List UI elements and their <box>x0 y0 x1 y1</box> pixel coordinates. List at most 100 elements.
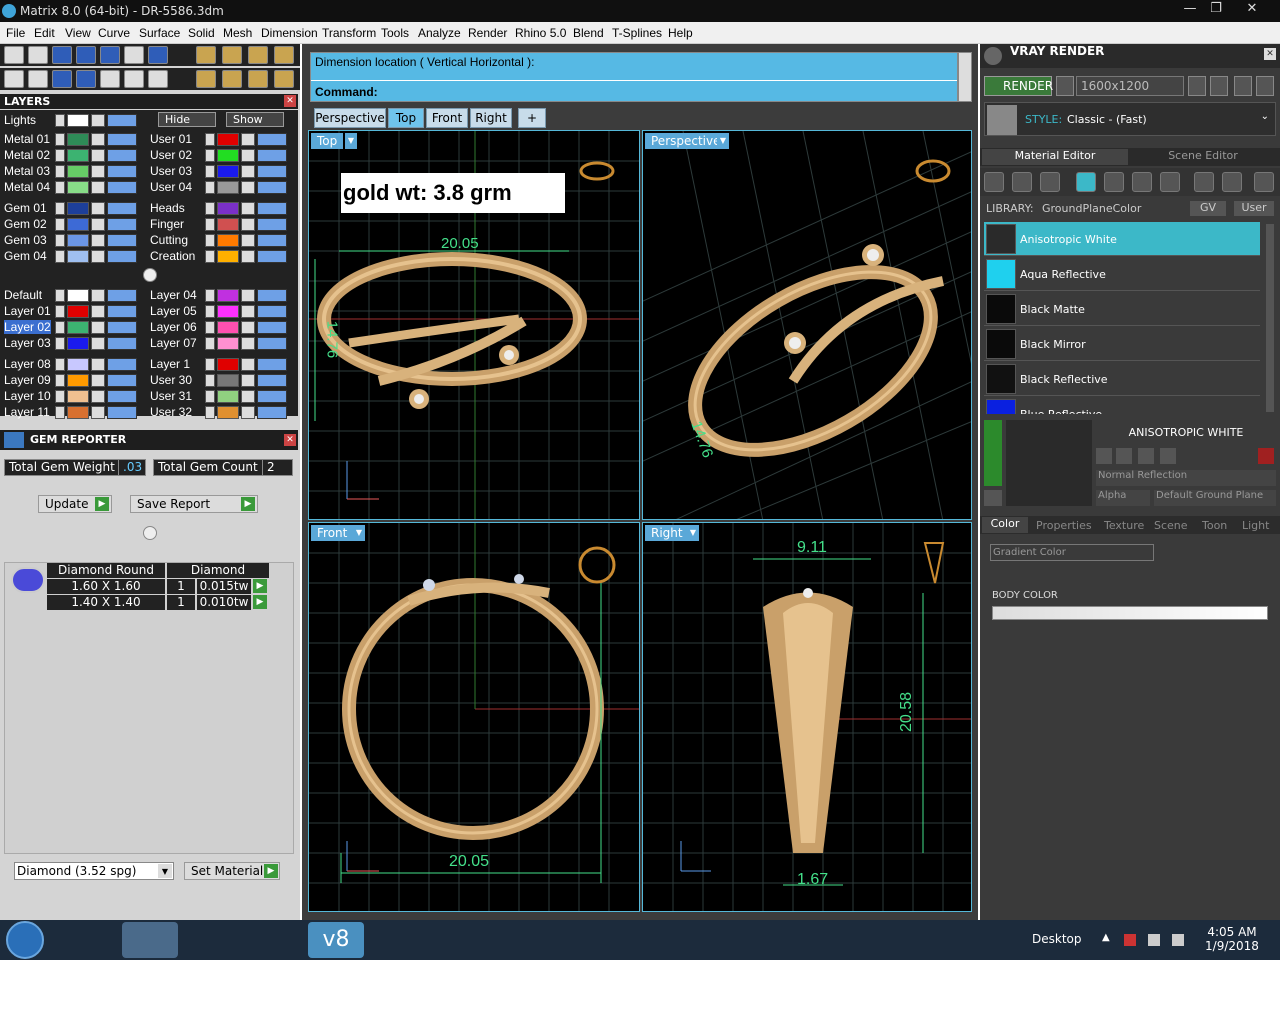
menu-mesh[interactable]: Mesh <box>223 26 252 40</box>
tray-network-icon[interactable] <box>1148 934 1160 946</box>
layer-lock-icon[interactable] <box>91 289 105 302</box>
layer-color-swatch[interactable] <box>217 374 239 387</box>
viewport-persp-dropdown-icon[interactable]: ▼ <box>717 133 729 149</box>
layer-row-metal-01[interactable]: Metal 01 <box>0 132 145 147</box>
material-item[interactable]: Black Mirror <box>984 327 1260 361</box>
rewind-icon[interactable] <box>1188 76 1206 96</box>
menu-edit[interactable]: Edit <box>34 26 55 40</box>
layer-color-swatch[interactable] <box>217 406 239 419</box>
viewport-front-dropdown-icon[interactable]: ▼ <box>353 525 365 541</box>
layer-visible-icon[interactable] <box>107 337 137 350</box>
layer-visible-icon[interactable] <box>257 234 287 247</box>
layer-visible-icon[interactable] <box>107 234 137 247</box>
tool-gear-icon[interactable] <box>4 46 24 64</box>
mat-action-1-icon[interactable] <box>1096 448 1112 464</box>
viewport-perspective[interactable]: Perspective ▼ 14.76 <box>642 130 972 520</box>
layer-color-swatch[interactable] <box>217 321 239 334</box>
gem-close-icon[interactable]: ✕ <box>284 434 296 446</box>
layer-visible-icon[interactable] <box>107 305 137 318</box>
layer-row-heads[interactable]: Heads <box>150 201 295 216</box>
hide-button[interactable]: Hide <box>158 112 216 127</box>
layer-color-swatch[interactable] <box>67 374 89 387</box>
layer-lock-icon[interactable] <box>241 234 255 247</box>
tab-properties[interactable]: Properties <box>1036 519 1092 532</box>
layer-color-swatch[interactable] <box>67 165 89 178</box>
tool-cube-icon[interactable] <box>76 46 96 64</box>
layer-arrow-icon[interactable] <box>55 218 65 231</box>
layer-visible-icon[interactable] <box>107 149 137 162</box>
layer-visible-icon[interactable] <box>107 390 137 403</box>
tool-grid-icon[interactable] <box>4 70 24 88</box>
layer-color-swatch[interactable] <box>67 149 89 162</box>
layer-color-swatch[interactable] <box>217 181 239 194</box>
refresh-icon[interactable] <box>1258 448 1274 464</box>
tab-scene[interactable]: Scene <box>1154 519 1188 532</box>
layer-visible-icon[interactable] <box>257 289 287 302</box>
style-select[interactable]: STYLE: Classic - (Fast) ⌄ <box>984 102 1276 136</box>
grid-icon[interactable] <box>1256 76 1274 96</box>
layer-visible-icon[interactable] <box>107 218 137 231</box>
layer-arrow-icon[interactable] <box>205 358 215 371</box>
alpha-select[interactable]: Alpha <box>1096 490 1150 506</box>
mat-action-3-icon[interactable] <box>1138 448 1154 464</box>
layer-row-metal-03[interactable]: Metal 03 <box>0 164 145 179</box>
resolution-select[interactable]: 1600x1200 <box>1076 76 1184 96</box>
layer-color-swatch[interactable] <box>67 218 89 231</box>
layer-visible-icon[interactable] <box>107 181 137 194</box>
layer-row-user-04[interactable]: User 04 <box>150 180 295 195</box>
tray-volume-icon[interactable] <box>1172 934 1184 946</box>
layer-row-user-02[interactable]: User 02 <box>150 148 295 163</box>
mat-action-2-icon[interactable] <box>1116 448 1132 464</box>
layer-row-gem-04[interactable]: Gem 04 <box>0 249 145 264</box>
command-scrollbar[interactable] <box>958 52 972 102</box>
tab-texture[interactable]: Texture <box>1104 519 1144 532</box>
layer-lock-icon[interactable] <box>241 390 255 403</box>
layer-lock-icon[interactable] <box>91 406 105 419</box>
clock[interactable]: 4:05 AM 1/9/2018 <box>1192 925 1272 953</box>
layer-arrow-icon[interactable] <box>205 133 215 146</box>
layer-lock-icon[interactable] <box>241 305 255 318</box>
menu-help[interactable]: Help <box>668 26 693 40</box>
layer-row-cutting[interactable]: Cutting <box>150 233 295 248</box>
style-dropdown-icon[interactable]: ⌄ <box>1261 111 1269 122</box>
tool-list-icon[interactable] <box>148 70 168 88</box>
layer-row-gem-01[interactable]: Gem 01 <box>0 201 145 216</box>
tool-cylinder-icon[interactable] <box>76 70 96 88</box>
layer-arrow-icon[interactable] <box>55 390 65 403</box>
layer-lock-icon[interactable] <box>91 218 105 231</box>
media-icon[interactable] <box>184 922 240 958</box>
layer-lock-icon[interactable] <box>91 305 105 318</box>
layer-lock-icon[interactable] <box>241 133 255 146</box>
tab-front[interactable]: Front <box>426 108 468 128</box>
tab-toon[interactable]: Toon <box>1202 519 1227 532</box>
layer-visible-icon[interactable] <box>257 133 287 146</box>
tab-perspective[interactable]: Perspective <box>314 108 386 128</box>
layer-visible-icon[interactable] <box>107 202 137 215</box>
tool-sphere-icon[interactable] <box>148 46 168 64</box>
menu-curve[interactable]: Curve <box>98 26 130 40</box>
layer-arrow-icon[interactable] <box>55 289 65 302</box>
tool-doc-icon[interactable] <box>100 46 120 64</box>
layer-lock-icon[interactable] <box>91 202 105 215</box>
layer-lock-icon[interactable] <box>91 358 105 371</box>
layer-lock-icon[interactable] <box>91 374 105 387</box>
layer-lock-icon[interactable] <box>241 374 255 387</box>
material-item[interactable]: Blue Reflective <box>984 397 1260 414</box>
layer-arrow-icon[interactable] <box>55 149 65 162</box>
layer-arrow-icon[interactable] <box>205 406 215 419</box>
layer-arrow-icon[interactable] <box>205 305 215 318</box>
layer-lock-icon[interactable] <box>91 390 105 403</box>
gem-row-1-arrow-icon[interactable]: ▶ <box>253 579 267 593</box>
sphere-icon[interactable] <box>1040 172 1060 192</box>
layer-lock-icon[interactable] <box>241 358 255 371</box>
layer-color-swatch[interactable] <box>217 358 239 371</box>
layer-lock-icon[interactable] <box>241 218 255 231</box>
layer-row-layer-07[interactable]: Layer 07 <box>150 336 295 351</box>
material-item[interactable]: Anisotropic White <box>984 222 1260 256</box>
menu-transform[interactable]: Transform <box>322 26 376 40</box>
layer-arrow-icon[interactable] <box>55 250 65 263</box>
layer-visible-icon[interactable] <box>257 305 287 318</box>
menu-dimension[interactable]: Dimension <box>261 26 318 40</box>
layer-color-swatch[interactable] <box>67 133 89 146</box>
layer-visible-icon[interactable] <box>257 250 287 263</box>
